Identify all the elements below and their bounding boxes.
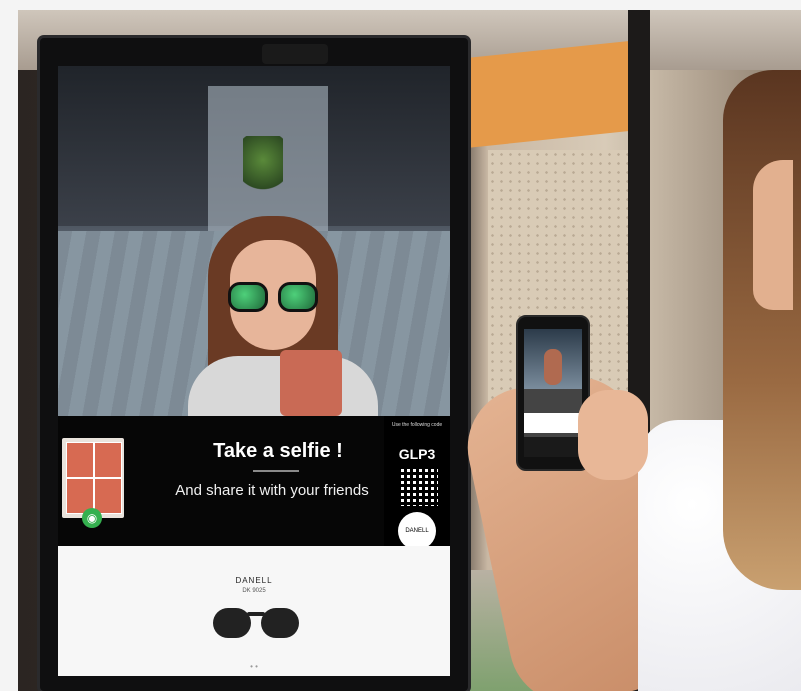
woman-face bbox=[753, 160, 793, 310]
thumbnail bbox=[66, 442, 94, 478]
selfie-title: Take a selfie ! bbox=[213, 440, 343, 462]
thumbnail bbox=[94, 478, 122, 514]
camera-icon[interactable]: ◉ bbox=[82, 508, 102, 528]
sunglasses-lens bbox=[213, 608, 251, 638]
woman-hair bbox=[723, 70, 801, 590]
plant bbox=[243, 136, 283, 196]
left-lens bbox=[228, 282, 268, 312]
woman-hand bbox=[578, 390, 648, 480]
phone-photo-person bbox=[544, 349, 562, 385]
photo-strip[interactable] bbox=[62, 438, 124, 518]
brand-logo: DANELL bbox=[398, 512, 436, 550]
selfie-panel: ◉ Take a selfie ! And share it with your… bbox=[58, 416, 450, 550]
reflected-person bbox=[188, 216, 378, 416]
right-lens bbox=[278, 282, 318, 312]
thumbnail bbox=[94, 442, 122, 478]
phone-bottom-bar bbox=[524, 437, 582, 457]
product-model: DK 9025 bbox=[242, 588, 266, 594]
orange-sign bbox=[458, 41, 628, 149]
camera-preview bbox=[58, 66, 450, 416]
reflected-phone bbox=[280, 350, 342, 416]
share-code: GLP3 bbox=[398, 446, 436, 462]
selfie-subtitle: And share it with your friends bbox=[175, 482, 369, 499]
title-divider bbox=[253, 470, 299, 472]
phone-product-area bbox=[524, 413, 582, 433]
kiosk-screen: ◉ Take a selfie ! And share it with your… bbox=[58, 66, 450, 676]
product-brand: DANELL bbox=[235, 576, 273, 585]
phone-screen bbox=[524, 329, 582, 457]
carousel-dots[interactable]: • • bbox=[58, 662, 450, 671]
qr-code-icon[interactable] bbox=[398, 466, 438, 506]
sunglasses-lens bbox=[261, 608, 299, 638]
code-hint: Use the following code bbox=[391, 422, 443, 428]
sunglasses-image bbox=[203, 600, 313, 650]
product-banner[interactable]: DANELL DK 9025 • • bbox=[58, 546, 450, 676]
kiosk-camera bbox=[262, 44, 328, 64]
store-photo: ◉ Take a selfie ! And share it with your… bbox=[18, 10, 801, 691]
share-code-box: Use the following code GLP3 DANELL bbox=[384, 416, 450, 550]
